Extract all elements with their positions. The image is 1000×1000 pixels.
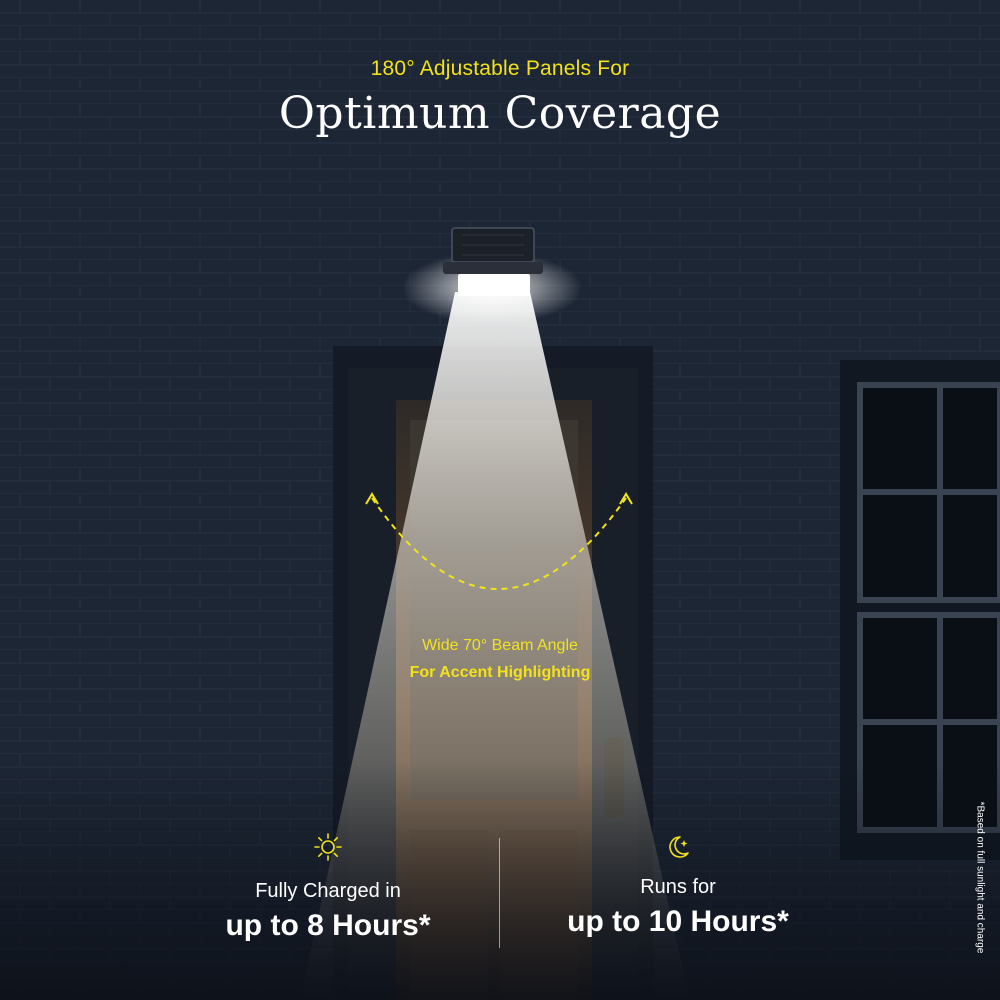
- header-subtitle: 180° Adjustable Panels For: [370, 57, 630, 80]
- charge-time-stat: Fully Charged in up to 8 Hours*: [148, 832, 508, 943]
- led-panel: [458, 274, 530, 296]
- disclaimer-note: *Based on full sunlight and charge: [974, 801, 986, 954]
- runtime-caption: Runs for: [640, 876, 716, 898]
- moon-stars-icon: [669, 836, 689, 858]
- light-housing: [443, 262, 543, 274]
- beam-angle-label: Wide 70° Beam Angle: [422, 637, 578, 654]
- runtime-stat: Runs for up to 10 Hours*: [498, 832, 858, 939]
- page-headline: Optimum Coverage: [278, 88, 722, 139]
- runtime-value: up to 10 Hours*: [567, 905, 789, 938]
- beam-purpose-label: For Accent Highlighting: [409, 664, 591, 681]
- sun-icon: [314, 833, 342, 861]
- charge-time-value: up to 8 Hours*: [225, 909, 431, 942]
- charge-time-caption: Fully Charged in: [255, 880, 401, 902]
